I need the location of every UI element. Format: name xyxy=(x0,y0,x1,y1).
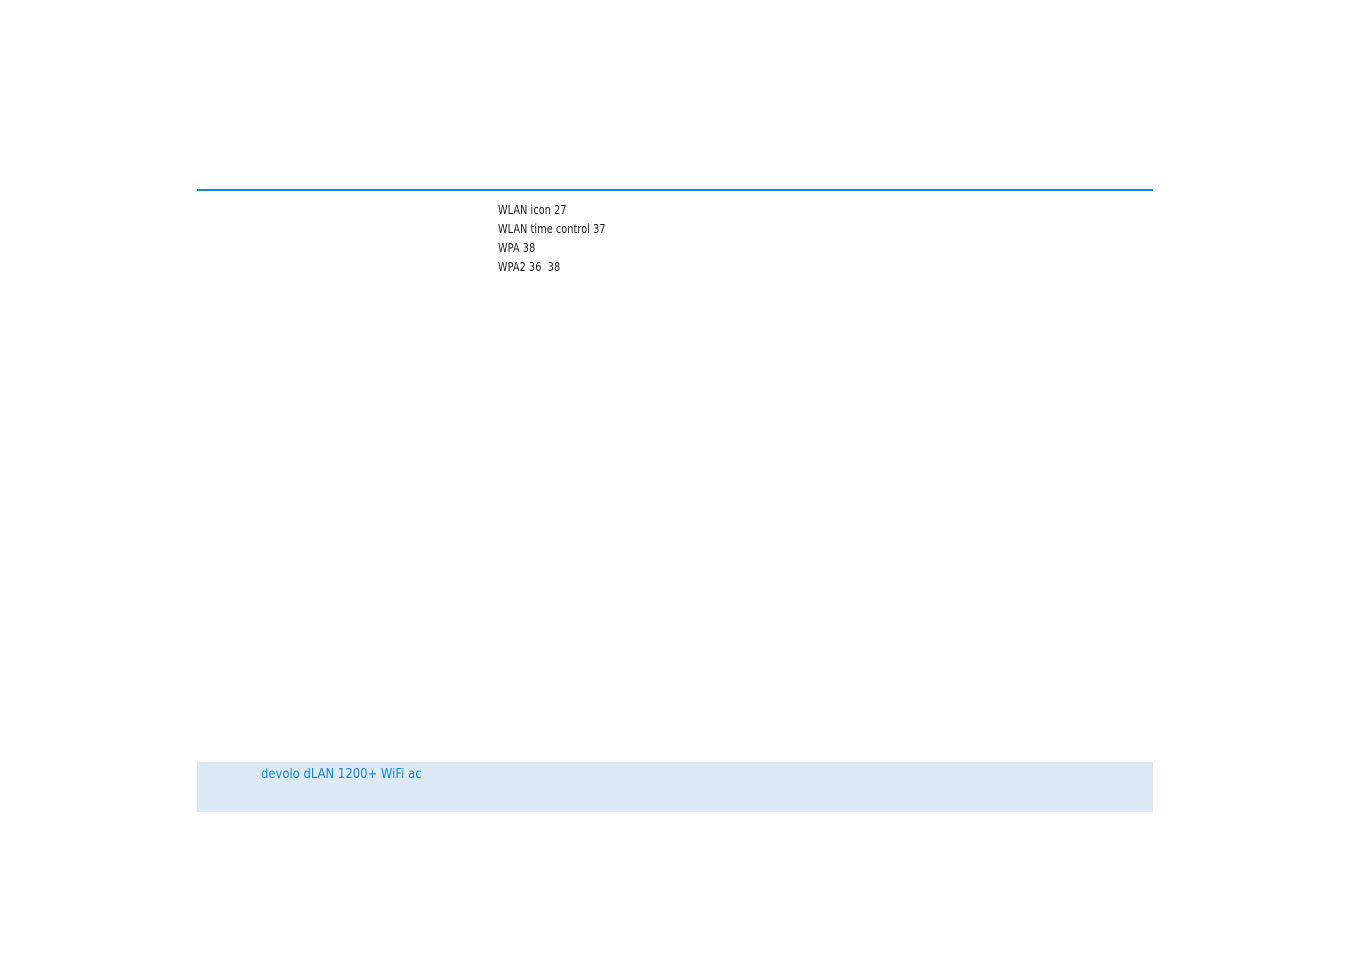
footer-band: devolo dLAN 1200+ WiFi ac xyxy=(197,762,1153,812)
index-entry-wpa2: WPA2 36 38 xyxy=(498,259,561,274)
index-entry-wlan-time-control: WLAN time control 37 xyxy=(498,221,606,236)
index-entry-wlan-icon: WLAN icon 27 xyxy=(498,202,567,217)
footer-product-title: devolo dLAN 1200+ WiFi ac xyxy=(261,766,422,782)
header-rule xyxy=(197,189,1153,191)
document-page: WLAN icon 27 WLAN time control 37 WPA 38… xyxy=(0,0,1350,954)
index-entry-wpa: WPA 38 xyxy=(498,240,536,255)
index-list: WLAN icon 27 WLAN time control 37 WPA 38… xyxy=(498,200,623,276)
